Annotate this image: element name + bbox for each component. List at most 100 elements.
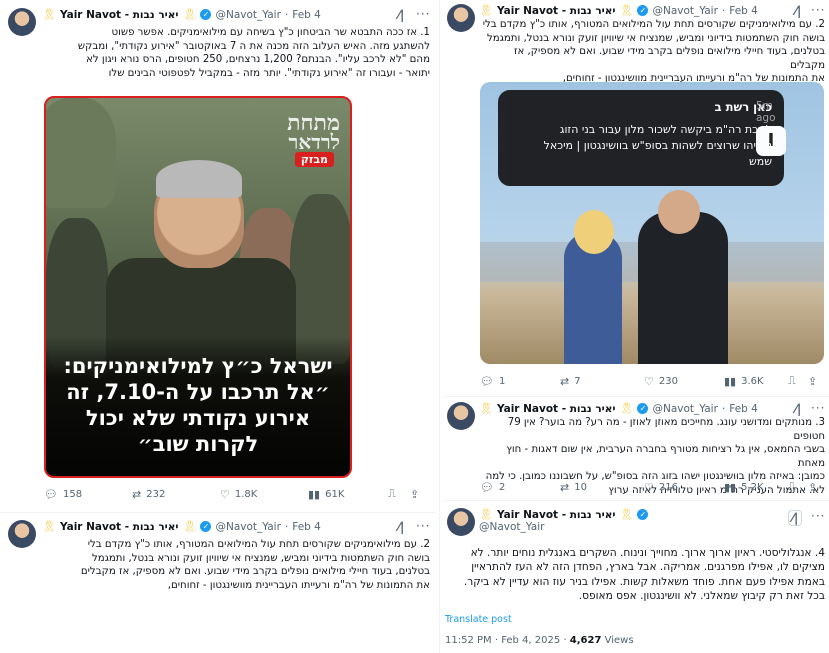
repost-button[interactable]: ⇄ 7 (560, 375, 644, 388)
yellow-ribbon-icon: 🎗 (619, 508, 634, 521)
reply-count: 2 (498, 481, 506, 493)
text-line: בטלנים, בעוד חיילי מילואים נופלים בקרב מ… (80, 566, 430, 578)
yellow-ribbon-icon: 🎗 (182, 8, 197, 21)
grok-icon[interactable]: ⁄| (788, 510, 803, 526)
tweet-header: 🎗 Yair Navot - יאיר נבות 🎗 ✓ @Navot_Yair… (479, 4, 758, 17)
author-name[interactable]: Yair Navot - יאיר נבות (60, 521, 179, 533)
bookmark-icon: ⎍ (788, 374, 796, 387)
tweet-date[interactable]: Feb 4 (729, 403, 758, 415)
author-handle[interactable]: @Navot_Yair (215, 521, 280, 533)
more-options-icon[interactable]: ··· (811, 509, 825, 523)
avatar[interactable] (447, 402, 475, 430)
text-line: בטלנים, בעוד חיילי מילואים נופלים בקרב מ… (513, 46, 825, 71)
share-button[interactable]: ⇪ (808, 481, 817, 494)
repost-icon: ⇄ (560, 480, 570, 494)
author-handle[interactable]: @Navot_Yair (479, 521, 544, 533)
more-options-icon[interactable]: ··· (811, 3, 825, 17)
author-name[interactable]: Yair Navot - יאיר נבות (497, 509, 616, 521)
verified-badge-icon: ✓ (637, 509, 649, 520)
author-handle[interactable]: @Navot_Yair (652, 5, 717, 17)
views-button[interactable]: ▮▮ 61K (308, 488, 388, 501)
text-line: 3. מנותקים ומדושני עונג. מחייכים מאוזן ל… (507, 417, 825, 442)
author-name[interactable]: Yair Navot - יאיר נבות (60, 9, 179, 21)
author-handle[interactable]: @Navot_Yair (652, 403, 717, 415)
views-button[interactable]: ▮▮ 5.2K (724, 481, 788, 494)
like-button[interactable]: ♡ 1.8K (220, 488, 308, 501)
text-line: 4. אנגלוליסטי. ראיון ארוך ארוך. מחוייך ו… (470, 547, 825, 559)
text-line: בשבי החמאס, אין גל רציחות מטורף בחברה הע… (506, 444, 825, 469)
notification-body: לשכת רה"מ ביקשה לשכור מלון עבור בני הזוג… (543, 123, 772, 168)
repost-icon: ⇄ (560, 374, 570, 388)
translate-post-link[interactable]: Translate post (445, 614, 512, 625)
text-line: בושה חוק השתמטות בידיוני ומביש, שמנציח א… (486, 32, 825, 44)
share-button[interactable]: ⇪ (808, 375, 817, 388)
text-line: מציקים לו, אפילו מפרגנים. אמריקה. אבל בא… (471, 561, 825, 574)
like-count: 1.8K (234, 488, 258, 500)
views-button[interactable]: ▮▮ 3.6K (724, 375, 788, 388)
yellow-ribbon-icon: 🎗 (42, 520, 56, 533)
text-line: 2. עם מילואימניקים שקורסים תחת עול המילו… (482, 19, 825, 30)
more-options-icon[interactable]: ··· (416, 519, 430, 533)
repost-button[interactable]: ⇄ 10 (560, 481, 644, 494)
views-label: Views (604, 635, 634, 646)
reply-icon: 💬︎ (480, 480, 494, 494)
avatar[interactable] (447, 508, 475, 536)
bookmark-button[interactable]: ⎍ (788, 480, 808, 494)
like-button[interactable]: ♡ 216 (644, 481, 724, 494)
grok-icon[interactable]: ⁄| (795, 402, 801, 416)
yellow-ribbon-icon: 🎗 (42, 8, 56, 21)
grok-icon[interactable]: ⁄| (398, 520, 404, 534)
text-line: 2. עם מילואימניקים שקורסים תחת עול המילו… (87, 539, 430, 550)
author-handle[interactable]: @Navot_Yair (215, 9, 280, 21)
man-figure (638, 212, 728, 364)
share-icon: ⇪ (808, 374, 818, 388)
separator-dot: · (721, 4, 726, 17)
reply-count: 1 (498, 375, 506, 387)
tweet-text: 4. אנגלוליסטי. ראיון ארוך ארוך. מחוייך ו… (447, 546, 825, 604)
tweet-image[interactable]: מתחת לרדאר מבזק ישראל כ״ץ למילואימניקים:… (44, 96, 352, 478)
tweet-actions: 💬︎ 1 ⇄ 7 ♡ 230 ▮▮ 3.6K ⎍ ⇪ (480, 374, 817, 388)
bookmark-button[interactable]: ⎍ (788, 374, 808, 388)
like-button[interactable]: ♡ 230 (644, 375, 724, 388)
left-screenshot: 🎗 Yair Navot - יאיר נבות 🎗 ✓ @Navot_Yair… (0, 0, 436, 653)
tweet-actions: 💬︎ 158 ⇄ 232 ♡ 1.8K ▮▮ 61K ⎍ ⇪ (44, 487, 419, 501)
text-line: באמת אפילו פעם אחת. פוחד משאלות קשות. אפ… (463, 575, 825, 588)
tweet-timestamp-views: 11:52 PM · Feb 4, 2025 · 4,627 Views (445, 635, 634, 646)
text-line: את התמונות של רה"מ ורעייתו העבריינית מוו… (167, 579, 430, 591)
verified-badge-icon: ✓ (637, 403, 649, 414)
more-options-icon[interactable]: ··· (416, 7, 430, 21)
tweet-timestamp[interactable]: 11:52 PM · Feb 4, 2025 (445, 635, 560, 646)
soldier-silhouette (46, 98, 116, 208)
yellow-ribbon-icon: 🎗 (182, 520, 197, 533)
tweet-date[interactable]: Feb 4 (292, 9, 321, 21)
avatar[interactable] (447, 4, 475, 32)
tweet-divider (443, 396, 829, 397)
author-name[interactable]: Yair Navot - יאיר נבות (497, 403, 616, 415)
share-button[interactable]: ⇪ (410, 488, 419, 501)
author-name[interactable]: Yair Navot - יאיר נבות (497, 5, 616, 17)
avatar[interactable] (8, 8, 36, 36)
tweet-image[interactable]: כאן רשת ב 5m ago I לשכת רה"מ ביקשה לשכור… (480, 82, 824, 364)
views-icon: ▮▮ (724, 480, 737, 494)
views-count: 4,627 (569, 635, 602, 646)
bookmark-button[interactable]: ⎍ (388, 487, 410, 501)
more-options-icon[interactable]: ··· (811, 401, 825, 415)
avatar[interactable] (8, 520, 36, 548)
verified-badge-icon: ✓ (200, 9, 212, 20)
grok-icon[interactable]: ⁄| (398, 8, 404, 22)
view-count: 61K (325, 488, 345, 500)
reply-button[interactable]: 💬︎ 158 (44, 488, 132, 501)
tweet-header: 🎗 Yair Navot - יאיר נבות 🎗 ✓ @Navot_Yair… (479, 402, 758, 415)
man-head (658, 190, 700, 234)
share-icon: ⇪ (808, 480, 818, 494)
reply-button[interactable]: 💬︎ 2 (480, 481, 560, 494)
tweet-date[interactable]: Feb 4 (729, 5, 758, 17)
grok-icon[interactable]: ⁄| (795, 4, 801, 18)
yellow-ribbon-icon: 🎗 (479, 402, 493, 415)
repost-button[interactable]: ⇄ 232 (132, 488, 220, 501)
text-line: בכל זאת רק קיבוץ שמאלני. לא וושינגטון. א… (578, 590, 825, 603)
reply-button[interactable]: 💬︎ 1 (480, 375, 560, 388)
view-count: 3.6K (741, 375, 764, 387)
tweet-date[interactable]: Feb 4 (292, 521, 321, 533)
bookmark-icon: ⎍ (388, 487, 396, 500)
